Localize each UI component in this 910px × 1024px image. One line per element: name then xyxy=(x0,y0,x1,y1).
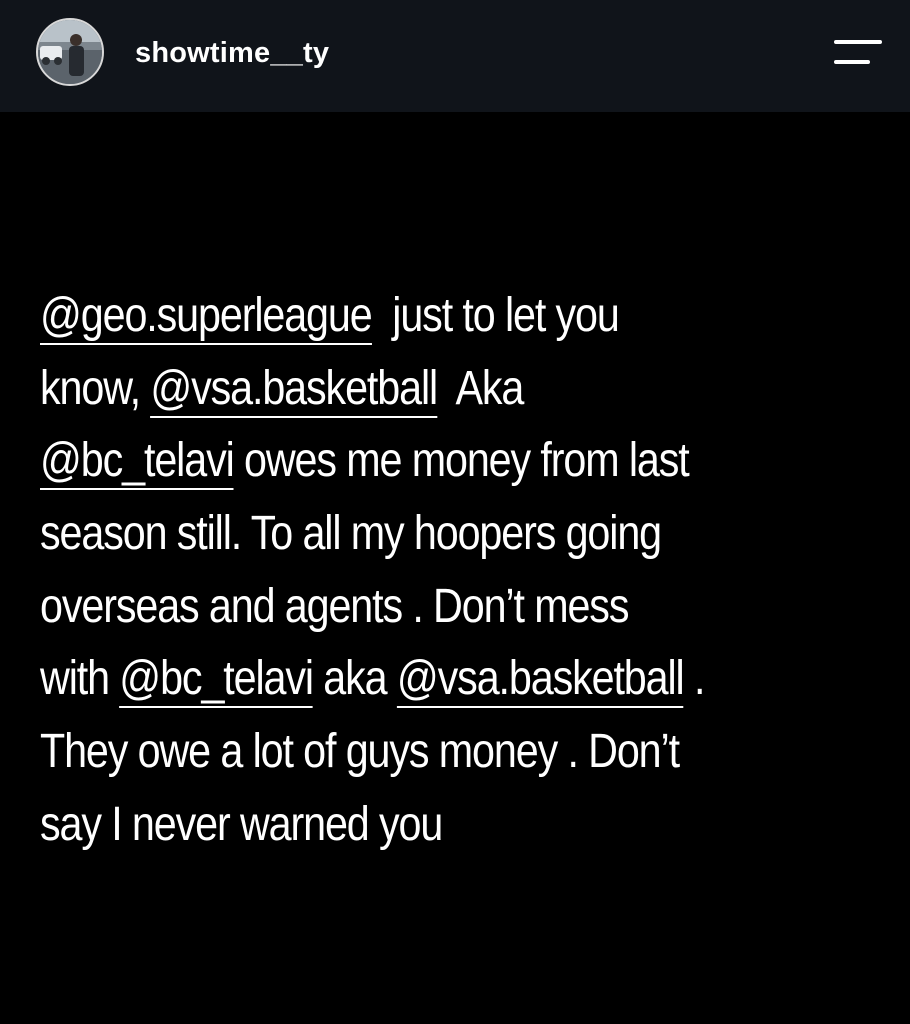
mention-link[interactable]: @vsa.basketball xyxy=(396,652,685,709)
story-text-segment: They owe a lot of guys money . Don’t xyxy=(40,725,680,779)
mention-link[interactable]: @geo.superleague xyxy=(40,289,373,345)
story-header: showtime__ty xyxy=(0,0,910,112)
story-line: overseas and agents . Don’t mess xyxy=(40,571,879,644)
story-line: season still. To all my hoopers going xyxy=(40,498,879,571)
story-text: @geo.superleague just to let you know, @v… xyxy=(40,280,879,862)
menu-line xyxy=(834,60,870,64)
profile-avatar[interactable] xyxy=(36,18,104,86)
story-text-segment: just to let you xyxy=(371,289,620,342)
story-text-segment: say I never warned you xyxy=(40,797,443,851)
menu-line xyxy=(834,40,882,44)
mention-link[interactable]: @bc_telavi xyxy=(40,434,235,491)
mention-link[interactable]: @vsa.basketball xyxy=(150,361,438,418)
story-text-segment: season still. To all my hoopers going xyxy=(40,507,662,561)
story-text-segment: aka xyxy=(312,652,397,706)
story-line: say I never warned you xyxy=(40,789,879,862)
story-line: They owe a lot of guys money . Don’t xyxy=(40,716,879,789)
menu-icon[interactable] xyxy=(830,36,886,70)
story-line: with @bc_telavi aka @vsa.basketball . xyxy=(40,643,879,716)
story-line: @geo.superleague just to let you xyxy=(40,280,879,353)
story-text-segment: know, xyxy=(40,361,151,415)
username[interactable]: showtime__ty xyxy=(135,33,329,73)
story-text-segment: overseas and agents . Don’t mess xyxy=(40,579,629,633)
story-line: know, @vsa.basketball Aka xyxy=(40,353,879,426)
story-text-segment: . xyxy=(683,652,705,706)
mention-link[interactable]: @bc_telavi xyxy=(119,652,314,709)
avatar-photo-icon xyxy=(38,20,102,84)
story-text-segment: owes me money from last xyxy=(233,434,690,488)
story-line: @bc_telavi owes me money from last xyxy=(40,425,879,498)
story-text-segment: Aka xyxy=(437,361,524,415)
story-text-segment: with xyxy=(40,652,120,706)
